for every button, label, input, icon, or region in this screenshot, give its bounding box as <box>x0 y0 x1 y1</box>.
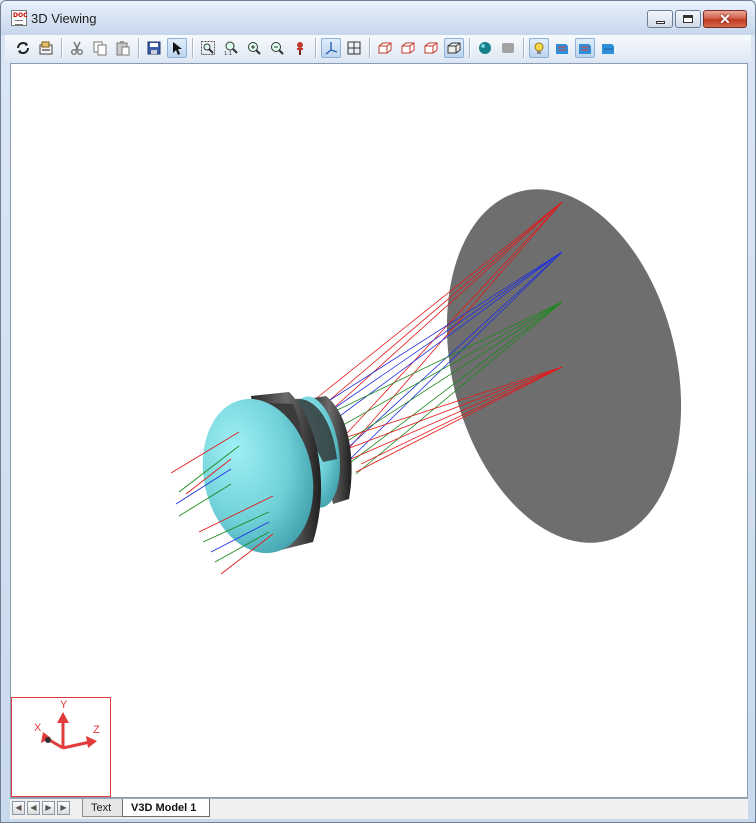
axis-triad: Y X Z <box>11 697 111 797</box>
cube-icon <box>502 43 514 53</box>
minimize-icon <box>648 11 672 27</box>
toolbar-separator <box>61 38 62 58</box>
cut-icon <box>71 41 83 55</box>
toolbar-separator <box>369 38 370 58</box>
pan-button[interactable] <box>290 38 310 58</box>
maximize-button[interactable] <box>675 10 701 28</box>
close-icon: ✕ <box>719 11 731 27</box>
settings-button[interactable] <box>36 38 56 58</box>
copy-button[interactable] <box>90 38 110 58</box>
tab-v3d-model-1[interactable]: V3D Model 1 <box>122 799 210 817</box>
paste-button[interactable] <box>113 38 133 58</box>
minimize-button[interactable] <box>647 10 673 28</box>
optical-scene[interactable] <box>11 64 747 797</box>
app-icon-label: DOC <box>13 12 28 19</box>
layer-1-button[interactable] <box>552 38 572 58</box>
toolbar: 1:1 <box>5 35 751 61</box>
toolbar-separator <box>192 38 193 58</box>
toolbar-separator <box>138 38 139 58</box>
settings-icon <box>39 41 53 55</box>
window-title: 3D Viewing <box>31 11 97 26</box>
close-button[interactable]: ✕ <box>703 10 747 28</box>
axis-triad-icon <box>41 712 97 750</box>
save-button[interactable] <box>144 38 164 58</box>
window-controls: ✕ <box>645 10 747 29</box>
layer-icon <box>579 44 591 54</box>
next-page-button[interactable]: ▶ <box>42 801 55 815</box>
last-page-button[interactable]: ▶ <box>57 801 70 815</box>
first-page-button[interactable]: ◀ <box>12 801 25 815</box>
zoom-in-icon <box>248 42 261 55</box>
app-icon[interactable]: DOC <box>11 10 27 26</box>
zoom-window-icon <box>201 41 215 55</box>
layer-3-button[interactable] <box>598 38 618 58</box>
view-z-button[interactable] <box>421 38 441 58</box>
view-y-button[interactable] <box>398 38 418 58</box>
pin-icon <box>297 42 303 55</box>
zoom-in-button[interactable] <box>244 38 264 58</box>
zoom-fit-icon: 1:1 <box>224 41 238 56</box>
box-view-icon <box>447 42 461 54</box>
zoom-window-button[interactable] <box>198 38 218 58</box>
toolbar-separator <box>469 38 470 58</box>
view-iso-button[interactable] <box>444 38 464 58</box>
axes-view-button[interactable] <box>321 38 341 58</box>
toolbar-separator <box>315 38 316 58</box>
axis-label-y: Y <box>60 699 68 711</box>
window-frame: DOC 3D Viewing ✕ 1:1 Y X Z ◀ ◀ ▶ ▶ Text … <box>0 0 756 823</box>
light-bulb-icon <box>534 42 544 54</box>
tab-text[interactable]: Text <box>82 799 124 817</box>
3d-viewport[interactable]: Y X Z <box>10 63 748 798</box>
title-bar[interactable]: DOC 3D Viewing ✕ <box>1 1 755 35</box>
grid-view-button[interactable] <box>344 38 364 58</box>
paste-icon <box>116 41 130 56</box>
layer-2-button[interactable] <box>575 38 595 58</box>
sheet-tab-bar: ◀ ◀ ▶ ▶ Text V3D Model 1 <box>10 798 748 819</box>
save-icon <box>147 41 161 55</box>
grid-icon <box>347 41 361 55</box>
prev-page-button[interactable]: ◀ <box>27 801 40 815</box>
zoom-fit-button[interactable]: 1:1 <box>221 38 241 58</box>
copy-icon <box>93 41 107 56</box>
zoom-out-button[interactable] <box>267 38 287 58</box>
box-view-icon <box>424 42 438 54</box>
axis-label-x: X <box>34 722 42 734</box>
axis-label-z: Z <box>93 724 100 736</box>
box-view-icon <box>378 42 392 54</box>
layer-icon <box>602 44 614 54</box>
zoom-out-icon <box>271 42 284 55</box>
axes-icon <box>325 42 338 55</box>
view-x-button[interactable] <box>375 38 395 58</box>
svg-text:1:1: 1:1 <box>224 51 232 56</box>
select-button[interactable] <box>167 38 187 58</box>
refresh-button[interactable] <box>13 38 33 58</box>
flat-button[interactable] <box>498 38 518 58</box>
arrow-pointer-icon <box>173 42 182 55</box>
shaded-button[interactable] <box>475 38 495 58</box>
cut-button[interactable] <box>67 38 87 58</box>
layer-icon <box>556 44 568 54</box>
image-plane-disc[interactable] <box>412 164 716 567</box>
lighting-button[interactable] <box>529 38 549 58</box>
toolbar-separator <box>523 38 524 58</box>
sphere-icon <box>479 42 491 54</box>
maximize-icon <box>676 11 700 27</box>
refresh-icon <box>17 42 29 54</box>
box-view-icon <box>401 42 415 54</box>
